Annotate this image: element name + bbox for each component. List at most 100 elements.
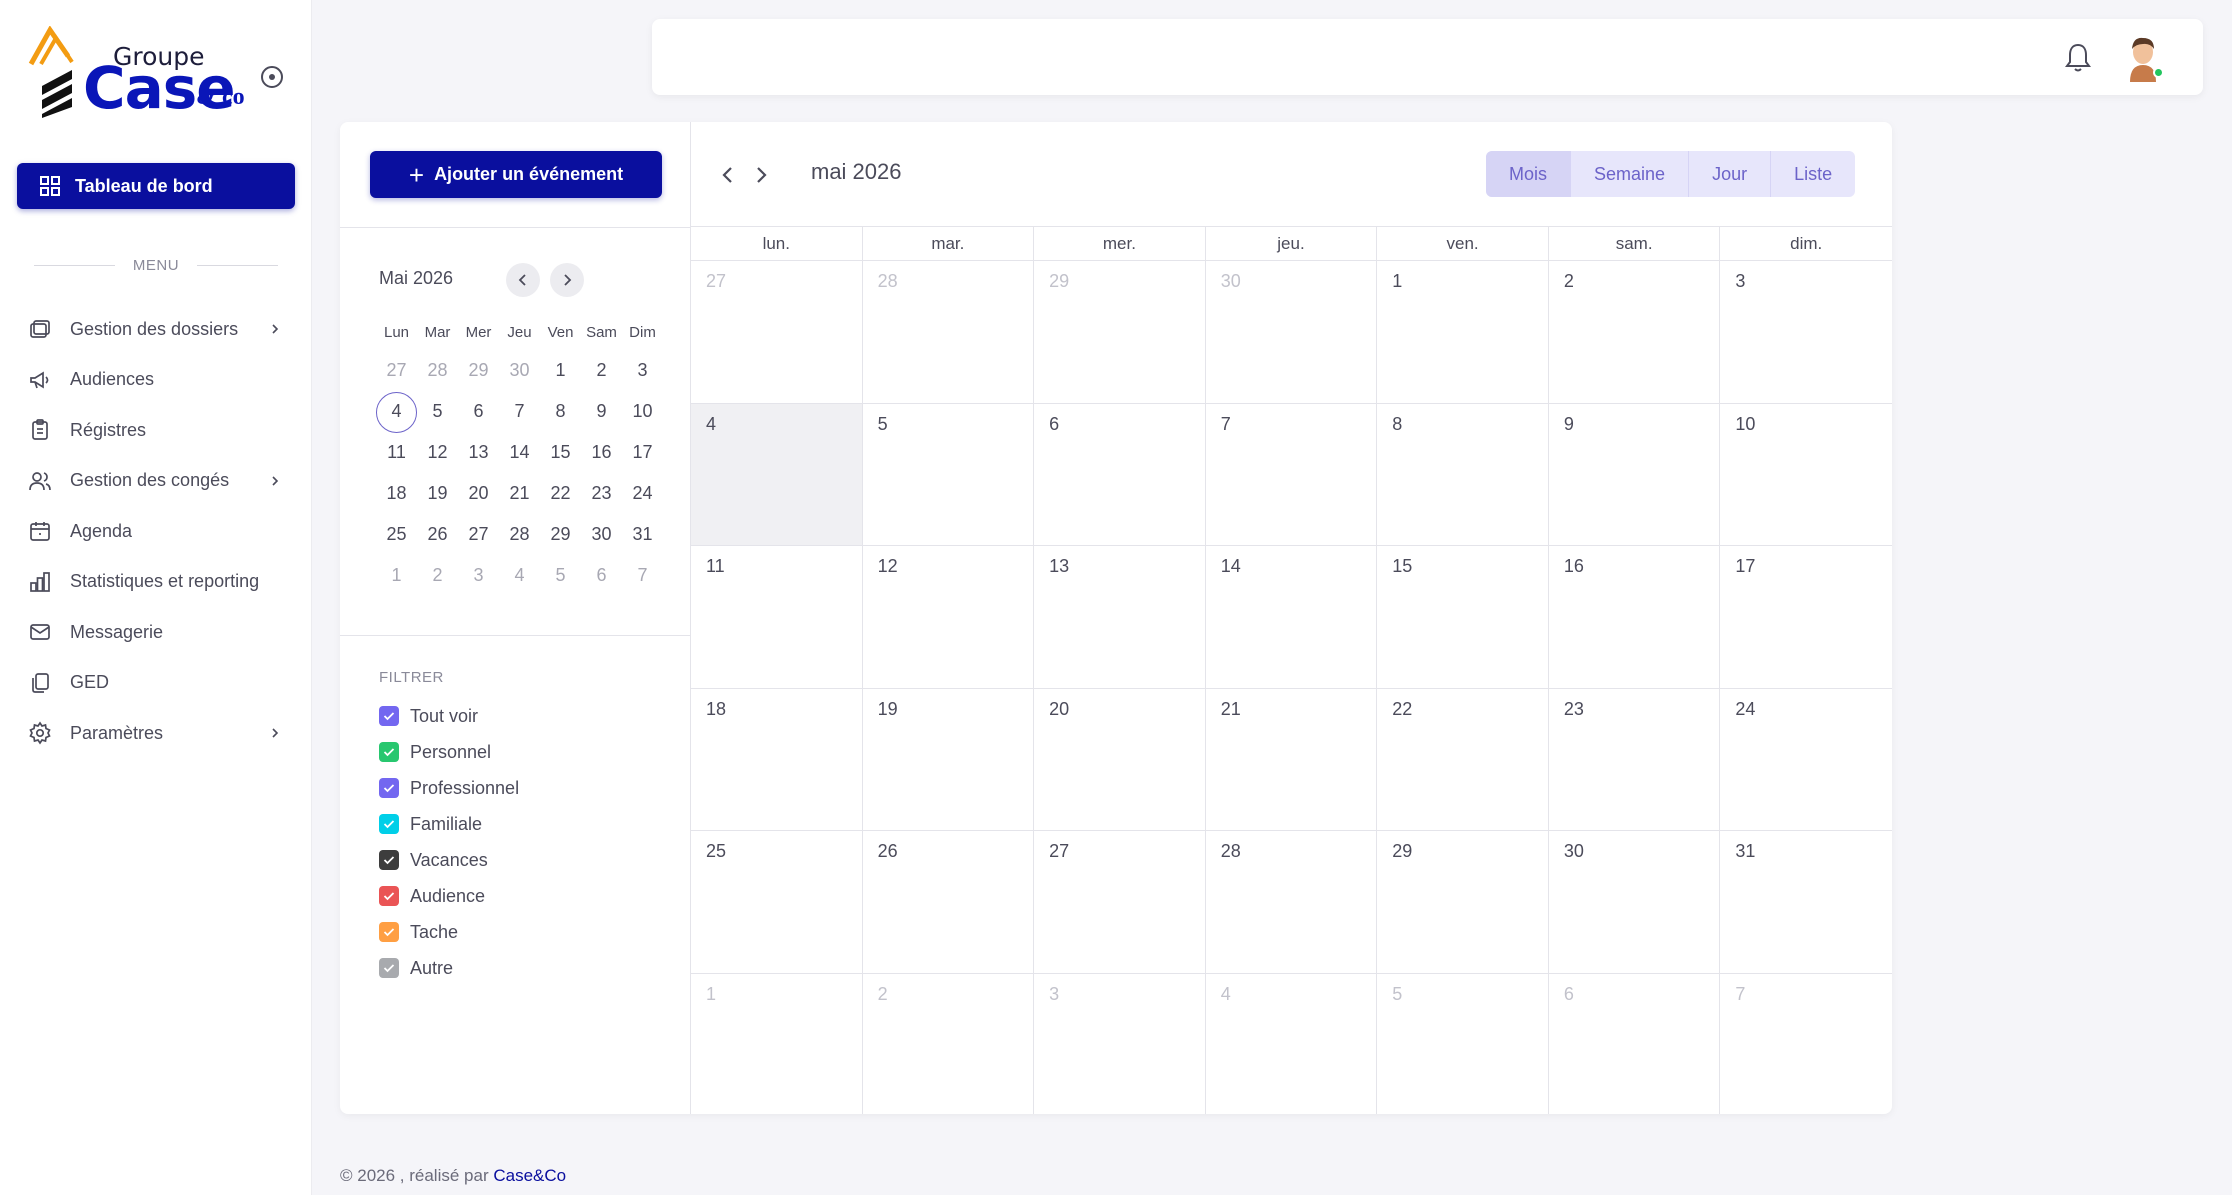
mini-day[interactable]: 4 xyxy=(499,555,540,596)
calendar-day-cell[interactable]: 1 xyxy=(691,973,863,1114)
prev-month-button[interactable] xyxy=(716,162,740,188)
mini-day[interactable]: 6 xyxy=(458,391,499,432)
mini-day[interactable]: 15 xyxy=(540,432,581,473)
mini-calendar-next-button[interactable] xyxy=(550,263,584,297)
mini-day[interactable]: 19 xyxy=(417,473,458,514)
calendar-day-cell[interactable]: 2 xyxy=(863,973,1035,1114)
mini-day[interactable]: 9 xyxy=(581,391,622,432)
calendar-day-cell[interactable]: 8 xyxy=(1377,403,1549,545)
view-semaine-button[interactable]: Semaine xyxy=(1571,151,1690,197)
calendar-day-cell[interactable]: 15 xyxy=(1377,546,1549,688)
filter-checkbox[interactable] xyxy=(379,706,399,726)
calendar-day-cell[interactable]: 19 xyxy=(863,688,1035,830)
calendar-day-cell[interactable]: 7 xyxy=(1720,974,1892,1115)
mini-day[interactable]: 3 xyxy=(622,350,663,391)
calendar-day-cell[interactable]: 3 xyxy=(1034,973,1206,1114)
mini-day[interactable]: 12 xyxy=(417,432,458,473)
mini-day[interactable]: 28 xyxy=(417,350,458,391)
mini-day[interactable]: 17 xyxy=(622,432,663,473)
sidebar-item-agenda[interactable]: Agenda xyxy=(28,506,290,557)
calendar-day-cell[interactable]: 1 xyxy=(1377,261,1549,403)
calendar-day-cell[interactable]: 20 xyxy=(1034,688,1206,830)
mini-day[interactable]: 1 xyxy=(376,555,417,596)
filter-professionnel[interactable]: Professionnel xyxy=(379,770,519,806)
calendar-day-cell[interactable]: 27 xyxy=(691,261,863,403)
filter-tout-voir[interactable]: Tout voir xyxy=(379,698,519,734)
calendar-day-cell[interactable]: 2 xyxy=(1549,261,1721,403)
mini-day[interactable]: 23 xyxy=(581,473,622,514)
calendar-day-cell[interactable]: 29 xyxy=(1034,261,1206,403)
filter-autre[interactable]: Autre xyxy=(379,950,519,986)
calendar-day-cell[interactable]: 27 xyxy=(1034,831,1206,973)
calendar-day-cell[interactable]: 22 xyxy=(1377,688,1549,830)
dashboard-button[interactable]: Tableau de bord xyxy=(17,163,295,209)
calendar-day-cell[interactable]: 14 xyxy=(1206,546,1378,688)
calendar-day-cell[interactable]: 5 xyxy=(1377,973,1549,1114)
mini-day[interactable]: 11 xyxy=(376,432,417,473)
mini-day[interactable]: 8 xyxy=(540,391,581,432)
filter-checkbox[interactable] xyxy=(379,742,399,762)
calendar-day-cell[interactable]: 12 xyxy=(863,546,1035,688)
calendar-day-cell[interactable]: 10 xyxy=(1720,404,1892,546)
filter-checkbox[interactable] xyxy=(379,922,399,942)
mini-day[interactable]: 31 xyxy=(622,514,663,555)
user-avatar[interactable] xyxy=(2120,32,2166,82)
calendar-day-cell[interactable]: 29 xyxy=(1377,831,1549,973)
mini-day-today[interactable]: 4 xyxy=(376,391,417,433)
sidebar-collapse-toggle[interactable] xyxy=(261,66,283,88)
calendar-day-cell[interactable]: 6 xyxy=(1549,973,1721,1114)
mini-day[interactable]: 26 xyxy=(417,514,458,555)
calendar-day-cell[interactable]: 30 xyxy=(1549,831,1721,973)
mini-day[interactable]: 6 xyxy=(581,555,622,596)
filter-checkbox[interactable] xyxy=(379,814,399,834)
filter-checkbox[interactable] xyxy=(379,958,399,978)
calendar-day-cell[interactable]: 31 xyxy=(1720,831,1892,973)
calendar-day-cell[interactable]: 18 xyxy=(691,688,863,830)
filter-tache[interactable]: Tache xyxy=(379,914,519,950)
view-liste-button[interactable]: Liste xyxy=(1771,151,1855,197)
sidebar-item-audiences[interactable]: Audiences xyxy=(28,355,290,406)
filter-audience[interactable]: Audience xyxy=(379,878,519,914)
calendar-day-cell[interactable]: 24 xyxy=(1720,689,1892,831)
mini-day[interactable]: 22 xyxy=(540,473,581,514)
mini-day[interactable]: 28 xyxy=(499,514,540,555)
calendar-day-cell[interactable]: 21 xyxy=(1206,688,1378,830)
calendar-day-cell[interactable]: 5 xyxy=(863,403,1035,545)
mini-day[interactable]: 10 xyxy=(622,391,663,432)
view-jour-button[interactable]: Jour xyxy=(1689,151,1772,197)
mini-day[interactable]: 27 xyxy=(376,350,417,391)
sidebar-item-statistiques-et-reporting[interactable]: Statistiques et reporting xyxy=(28,557,290,608)
calendar-day-cell[interactable]: 6 xyxy=(1034,403,1206,545)
mini-day[interactable]: 25 xyxy=(376,514,417,555)
bell-icon[interactable] xyxy=(2063,41,2093,73)
calendar-day-cell[interactable]: 9 xyxy=(1549,403,1721,545)
mini-day[interactable]: 7 xyxy=(499,391,540,432)
calendar-day-cell[interactable]: 4 xyxy=(1206,973,1378,1114)
mini-day[interactable]: 2 xyxy=(417,555,458,596)
sidebar-item-ged[interactable]: GED xyxy=(28,658,290,709)
footer-link[interactable]: Case&Co xyxy=(493,1166,566,1185)
calendar-day-cell[interactable]: 3 xyxy=(1720,261,1892,403)
mini-day[interactable]: 5 xyxy=(540,555,581,596)
calendar-day-cell[interactable]: 11 xyxy=(691,546,863,688)
sidebar-item-parametres[interactable]: Paramètres xyxy=(28,708,290,759)
add-event-button[interactable]: + Ajouter un événement xyxy=(370,151,662,198)
calendar-day-cell[interactable]: 28 xyxy=(863,261,1035,403)
mini-day[interactable]: 7 xyxy=(622,555,663,596)
mini-day[interactable]: 21 xyxy=(499,473,540,514)
mini-day[interactable]: 29 xyxy=(540,514,581,555)
mini-day[interactable]: 18 xyxy=(376,473,417,514)
sidebar-item-messagerie[interactable]: Messagerie xyxy=(28,607,290,658)
calendar-day-cell[interactable]: 16 xyxy=(1549,546,1721,688)
sidebar-item-registres[interactable]: Régistres xyxy=(28,405,290,456)
sidebar-item-gestion-des-conges[interactable]: Gestion des congés xyxy=(28,456,290,507)
mini-day[interactable]: 3 xyxy=(458,555,499,596)
filter-checkbox[interactable] xyxy=(379,850,399,870)
filter-checkbox[interactable] xyxy=(379,778,399,798)
next-month-button[interactable] xyxy=(749,162,773,188)
calendar-day-cell[interactable]: 25 xyxy=(691,831,863,973)
mini-day[interactable]: 14 xyxy=(499,432,540,473)
mini-day[interactable]: 30 xyxy=(499,350,540,391)
sidebar-item-gestion-des-dossiers[interactable]: Gestion des dossiers xyxy=(28,304,290,355)
mini-day[interactable]: 29 xyxy=(458,350,499,391)
